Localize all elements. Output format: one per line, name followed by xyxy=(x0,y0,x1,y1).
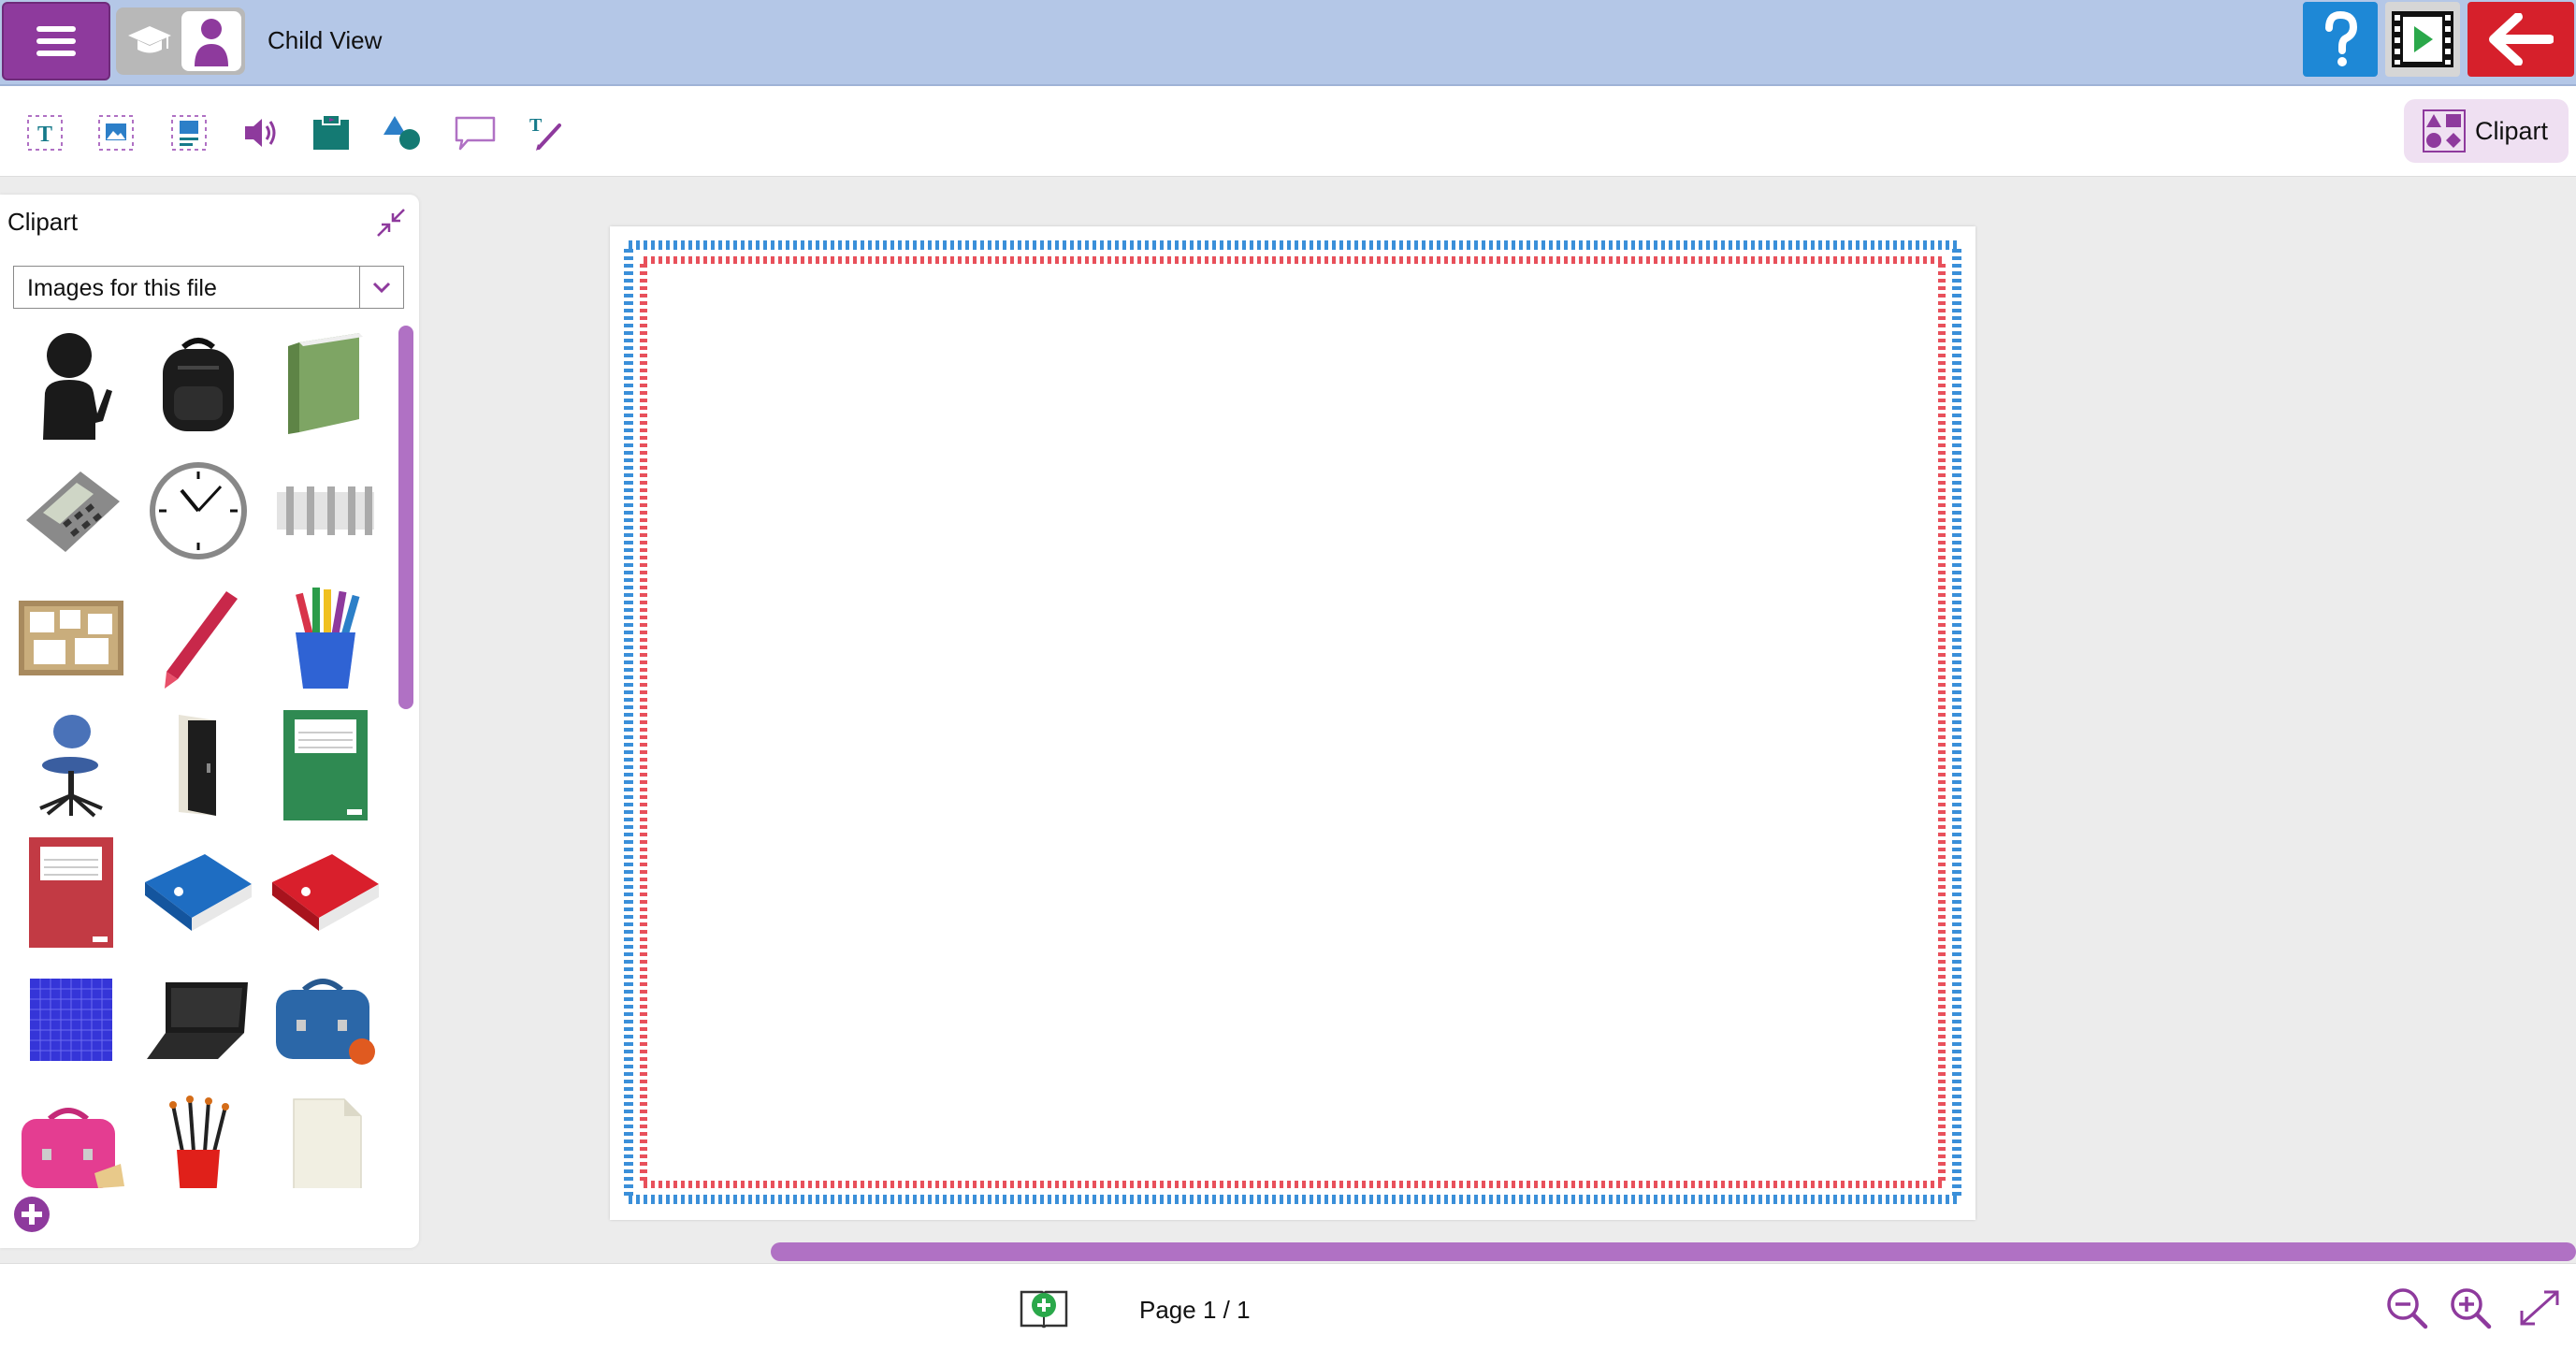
menu-button[interactable] xyxy=(2,2,110,80)
exit-button[interactable] xyxy=(2467,2,2574,77)
clipart-item[interactable] xyxy=(140,835,256,951)
clipart-item[interactable] xyxy=(268,453,384,569)
text-image-box-tool[interactable] xyxy=(163,107,215,159)
red-binder-clipart xyxy=(272,854,379,931)
abacus-clipart xyxy=(277,486,374,535)
svg-text:T: T xyxy=(37,123,52,147)
backpack-clipart xyxy=(163,338,234,431)
child-view-button[interactable] xyxy=(181,11,241,71)
select-dropdown-arrow[interactable] xyxy=(359,267,403,308)
clipart-item[interactable] xyxy=(13,835,129,951)
clipart-toggle-button[interactable]: Clipart xyxy=(2404,99,2569,163)
hamburger-menu-icon xyxy=(36,26,76,56)
pink-lunchbox-clipart xyxy=(22,1108,124,1188)
shapes-icon xyxy=(384,116,420,150)
decorative-page-border xyxy=(624,240,1961,1204)
child-person-icon xyxy=(195,19,228,66)
background-tool[interactable] xyxy=(305,107,357,159)
add-page-book-icon[interactable] xyxy=(1018,1283,1070,1331)
clipart-item[interactable] xyxy=(13,962,129,1078)
green-book-clipart xyxy=(288,333,363,434)
question-mark-icon xyxy=(2325,10,2358,66)
red-exercise-book-clipart xyxy=(29,837,113,948)
cork-board-clipart xyxy=(19,601,123,675)
background-icon xyxy=(313,114,349,150)
wall-clock-clipart xyxy=(150,462,247,559)
view-mode-label: Child View xyxy=(268,26,383,54)
clipart-item[interactable] xyxy=(140,1089,256,1188)
clipart-item[interactable] xyxy=(13,326,129,442)
laptop-clipart xyxy=(147,982,248,1059)
view-mode-toggle xyxy=(116,7,245,75)
blue-lunchbox-clipart xyxy=(276,979,375,1065)
clipart-item[interactable] xyxy=(268,962,384,1078)
red-crayon-clipart xyxy=(165,591,238,689)
clipart-item[interactable] xyxy=(140,580,256,696)
clipart-source-value: Images for this file xyxy=(27,275,217,301)
grid-paper-clipart xyxy=(30,979,112,1061)
crayon-cup-clipart xyxy=(296,588,360,689)
clipart-source-select[interactable]: Images for this file xyxy=(13,266,404,309)
clipart-item[interactable] xyxy=(268,326,384,442)
help-button[interactable] xyxy=(2303,2,2378,77)
top-bar: Child View xyxy=(0,0,2576,86)
text-box-icon: T xyxy=(27,115,63,151)
clipart-item[interactable] xyxy=(268,580,384,696)
calculator-clipart xyxy=(26,472,120,552)
horizontal-scrollbar[interactable] xyxy=(771,1242,2576,1261)
clipart-panel: Clipart Images for this file xyxy=(0,195,419,1248)
preview-button[interactable] xyxy=(2385,2,2460,77)
blue-binder-clipart xyxy=(145,854,252,931)
clipart-item[interactable] xyxy=(13,580,129,696)
plus-circle-icon[interactable] xyxy=(13,1196,51,1233)
paintbrushes-clipart xyxy=(169,1096,229,1188)
clipart-panel-title: Clipart xyxy=(7,208,79,236)
shapes-tool[interactable] xyxy=(376,107,428,159)
clipart-item[interactable] xyxy=(13,453,129,569)
speech-bubble-icon xyxy=(455,116,496,151)
bottom-bar: Page 1 / 1 xyxy=(0,1263,2576,1350)
zoom-in-icon[interactable] xyxy=(2449,1286,2492,1329)
text-box-tool[interactable]: T xyxy=(19,107,71,159)
pen-text-tool[interactable]: T xyxy=(520,107,572,159)
clipart-shapes-icon xyxy=(2423,109,2466,152)
arrow-left-icon xyxy=(2489,13,2554,65)
clipart-item[interactable] xyxy=(140,326,256,442)
film-play-icon xyxy=(2392,11,2453,67)
sound-tool[interactable] xyxy=(236,107,288,159)
clipart-item[interactable] xyxy=(140,453,256,569)
fullscreen-expand-icon[interactable] xyxy=(2516,1286,2563,1329)
clipart-item[interactable] xyxy=(13,707,129,823)
child-silhouette-clipart xyxy=(43,333,112,440)
pen-text-icon: T xyxy=(529,115,561,151)
paper-sheet-clipart xyxy=(293,1098,362,1188)
collapse-arrows-icon[interactable] xyxy=(372,204,410,241)
clipart-grid xyxy=(13,326,387,1188)
clipart-item[interactable] xyxy=(140,962,256,1078)
insert-toolbar: T T Clipart xyxy=(0,86,2576,177)
speaker-icon xyxy=(245,119,276,147)
clipart-item[interactable] xyxy=(13,1089,129,1188)
svg-text:T: T xyxy=(529,115,543,136)
book-page-canvas[interactable] xyxy=(610,226,1975,1220)
graduation-cap-icon xyxy=(128,26,171,53)
chevron-down-icon xyxy=(372,282,391,294)
clipart-item[interactable] xyxy=(268,835,384,951)
office-chair-clipart xyxy=(39,715,103,818)
zoom-out-icon[interactable] xyxy=(2385,1286,2428,1329)
page-indicator: Page 1 / 1 xyxy=(1139,1296,1251,1324)
clipart-toggle-label: Clipart xyxy=(2475,116,2549,145)
clipart-item[interactable] xyxy=(268,707,384,823)
teacher-view-button[interactable] xyxy=(120,11,180,71)
green-exercise-book-clipart xyxy=(283,710,368,820)
clipart-item[interactable] xyxy=(268,1089,384,1188)
door-clipart xyxy=(179,715,216,816)
speech-bubble-tool[interactable] xyxy=(449,107,501,159)
text-image-box-icon xyxy=(171,115,207,151)
clipart-scrollbar[interactable] xyxy=(398,326,413,709)
image-box-icon xyxy=(98,115,134,151)
image-box-tool[interactable] xyxy=(90,107,142,159)
clipart-item[interactable] xyxy=(140,707,256,823)
